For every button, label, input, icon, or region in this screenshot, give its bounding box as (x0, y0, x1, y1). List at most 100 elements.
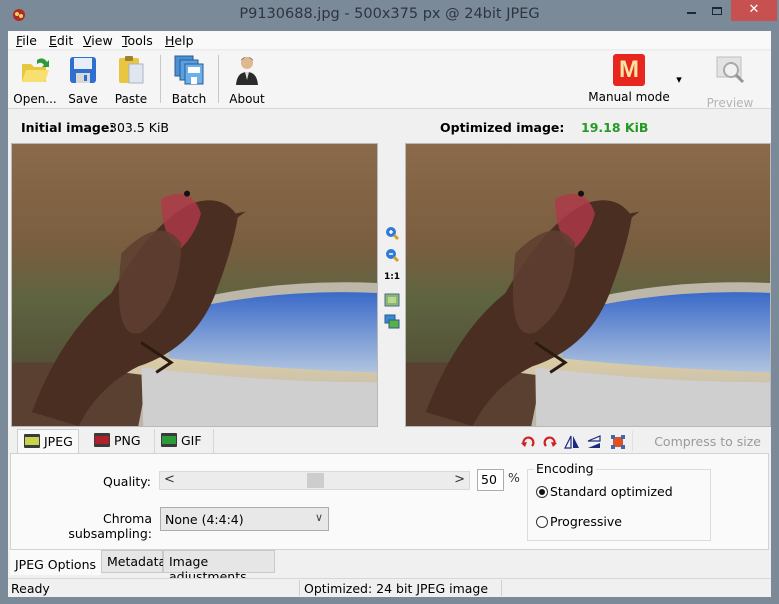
bird-photo-initial (12, 144, 377, 426)
minimize-icon (686, 11, 696, 14)
main-window: File Edit View Tools Help Open... Save P… (8, 31, 771, 597)
zoom-in-icon[interactable] (384, 225, 400, 241)
status-separator (501, 580, 502, 596)
menu-file[interactable]: File (16, 33, 37, 48)
encoding-title: Encoding (534, 461, 596, 476)
radio-progressive[interactable]: Progressive (536, 514, 622, 529)
format-tabs: JPEG PNG GIF Compress to size (8, 428, 771, 453)
menu-tools-label: ools (127, 33, 153, 48)
window-title: P9130688.jpg - 500x375 px @ 24bit JPEG (239, 6, 540, 22)
zoom-toolbar: 1:1 (379, 143, 404, 427)
about-button[interactable]: About (227, 54, 267, 108)
open-folder-icon (22, 58, 49, 82)
jpeg-format-icon (24, 434, 40, 448)
menu-edit[interactable]: Edit (49, 33, 73, 48)
minimize-button[interactable] (678, 0, 704, 21)
manual-mode-label: Manual mode (588, 90, 670, 104)
open-button[interactable]: Open... (12, 54, 58, 108)
actual-size-button[interactable]: 1:1 (382, 272, 402, 282)
menu-help-mnemonic: H (165, 33, 175, 48)
batch-icon (174, 55, 204, 85)
quality-slider[interactable]: < > (159, 471, 470, 490)
tab-gif-label: GIF (181, 433, 202, 448)
slider-right-arrow[interactable]: > (454, 472, 465, 487)
close-icon: ✕ (748, 2, 760, 17)
initial-image-preview[interactable] (11, 143, 378, 427)
about-label: About (229, 92, 265, 106)
initial-size-value: 303.5 KiB (109, 120, 170, 135)
toolbar-separator (160, 55, 161, 103)
toolbar: Open... Save Paste Batch About M Manual … (8, 51, 771, 110)
menu-edit-mnemonic: E (49, 33, 57, 48)
tab-png[interactable]: PNG (90, 429, 150, 453)
tab-jpeg[interactable]: JPEG (17, 429, 79, 453)
preview-label: Preview (706, 96, 754, 110)
title-bar: P9130688.jpg - 500x375 px @ 24bit JPEG ✕ (0, 0, 779, 31)
tab-png-label: PNG (114, 433, 141, 448)
menu-tools[interactable]: Tools (122, 33, 153, 48)
chevron-down-icon: ∨ (314, 511, 323, 524)
paste-button[interactable]: Paste (112, 54, 150, 108)
menu-help-label: elp (174, 33, 194, 48)
tab-metadata[interactable]: Metadata (101, 550, 166, 573)
flip-horizontal-icon[interactable] (564, 434, 580, 450)
flip-vertical-icon[interactable] (586, 434, 602, 450)
menu-file-label: ile (22, 33, 37, 48)
quality-input[interactable]: 50 (477, 469, 504, 491)
percent-label: % (508, 470, 520, 485)
chevron-down-icon: ▾ (676, 73, 682, 86)
options-tabs: JPEG Options Metadata Image adjustments (8, 550, 771, 584)
tab-gif[interactable]: GIF (154, 429, 214, 453)
crop-icon[interactable] (610, 434, 626, 450)
save-label: Save (68, 92, 98, 106)
gif-format-icon (161, 433, 177, 447)
radio-selected-icon (536, 486, 548, 498)
optimized-image-preview[interactable] (405, 143, 771, 427)
png-format-icon (94, 433, 110, 447)
zoom-out-icon[interactable] (384, 247, 400, 263)
close-button[interactable]: ✕ (731, 0, 777, 21)
mode-letter: M (619, 56, 639, 83)
menu-help[interactable]: Help (165, 33, 194, 48)
rotate-right-icon[interactable] (542, 434, 558, 450)
preview-magnifier-icon (716, 56, 745, 84)
preview-button[interactable]: Preview (704, 54, 756, 110)
jpeg-options-panel: Quality: < > 50 % Chroma subsampling: No… (10, 453, 769, 550)
bird-photo-optimized (406, 144, 770, 426)
compare-images-icon[interactable] (384, 314, 400, 330)
radio-standard-label: Standard optimized (550, 484, 673, 499)
open-label: Open... (13, 92, 57, 106)
menu-view[interactable]: View (83, 33, 113, 48)
optimized-size-label: Optimized image: (440, 120, 565, 135)
menu-view-label: iew (91, 33, 113, 48)
tab-jpeg-options[interactable]: JPEG Options (10, 550, 101, 575)
tab-jpeg-label: JPEG (44, 434, 73, 449)
optimized-size-value: 19.18 KiB (581, 120, 649, 135)
chroma-selected-value: None (4:4:4) (165, 512, 244, 527)
chroma-subsampling-select[interactable]: None (4:4:4) ∨ (160, 507, 329, 531)
status-separator (299, 580, 300, 596)
radio-standard-optimized[interactable]: Standard optimized (536, 484, 673, 499)
status-ready: Ready (11, 581, 50, 596)
fit-to-window-icon[interactable] (384, 292, 400, 308)
rotate-left-icon[interactable] (520, 434, 536, 450)
paste-label: Paste (114, 92, 148, 106)
status-bar: Ready Optimized: 24 bit JPEG image (8, 578, 771, 597)
save-button[interactable]: Save (66, 54, 100, 108)
maximize-button[interactable] (704, 0, 730, 21)
tab-image-adjustments[interactable]: Image adjustments (163, 550, 275, 584)
toolbar-separator (218, 55, 219, 103)
chroma-subsampling-label: Chroma subsampling: (68, 511, 152, 541)
quality-slider-thumb[interactable] (307, 473, 324, 488)
manual-mode-button[interactable]: M Manual mode (588, 54, 670, 108)
batch-button[interactable]: Batch (170, 54, 208, 108)
menu-edit-label: dit (56, 33, 74, 48)
menu-bar: File Edit View Tools Help (8, 31, 771, 50)
about-person-icon (236, 57, 258, 85)
compress-to-size-button[interactable]: Compress to size (632, 431, 769, 451)
save-floppy-icon (70, 57, 96, 83)
batch-label: Batch (171, 92, 207, 106)
initial-size-label: Initial image: (21, 120, 115, 135)
status-optimized-info: Optimized: 24 bit JPEG image (304, 581, 489, 596)
slider-left-arrow[interactable]: < (164, 472, 175, 487)
